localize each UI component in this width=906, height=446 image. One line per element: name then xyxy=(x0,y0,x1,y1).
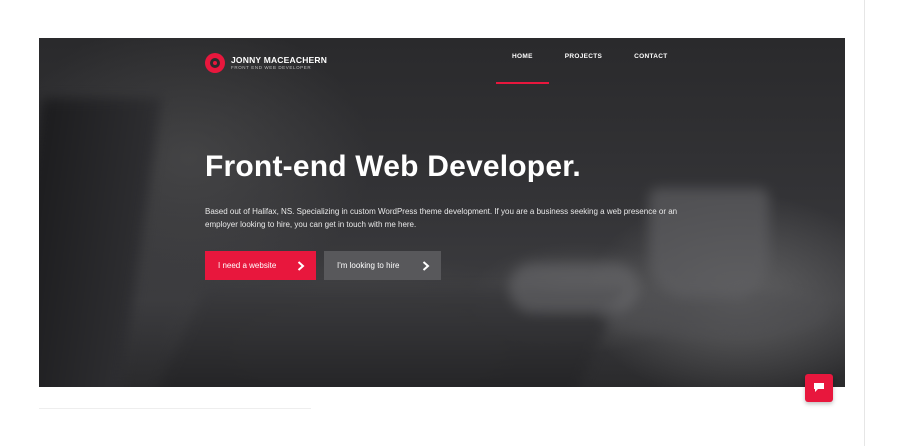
nav-item-projects[interactable]: PROJECTS xyxy=(549,53,618,85)
hero-headline: Front-end Web Developer. xyxy=(205,150,581,183)
looking-to-hire-button[interactable]: I'm looking to hire xyxy=(324,251,441,280)
need-website-button-label: I need a website xyxy=(218,261,277,270)
need-website-button[interactable]: I need a website xyxy=(205,251,316,280)
chevron-right-icon xyxy=(294,259,308,273)
page-scrollbar[interactable] xyxy=(864,0,865,446)
chat-icon xyxy=(813,381,825,396)
hero-lead-text: Based out of Halifax, NS. Specializing i… xyxy=(205,207,678,229)
nav-item-contact[interactable]: CONTACT xyxy=(618,53,683,85)
hero-background-hand xyxy=(509,263,639,313)
nav-item-home[interactable]: HOME xyxy=(496,53,549,85)
brand-name: JONNY MACEACHERN xyxy=(231,54,328,65)
hero-section: JONNY MACEACHERN FRONT END WEB DEVELOPER… xyxy=(39,38,845,387)
section-divider xyxy=(39,408,311,409)
brand-logo-link[interactable]: JONNY MACEACHERN FRONT END WEB DEVELOPER xyxy=(205,53,327,73)
main-nav: HOME PROJECTS CONTACT xyxy=(496,53,684,85)
brand-tagline: FRONT END WEB DEVELOPER xyxy=(231,65,312,70)
looking-to-hire-button-label: I'm looking to hire xyxy=(337,261,400,270)
brand-text: JONNY MACEACHERN FRONT END WEB DEVELOPER xyxy=(231,54,328,71)
logo-icon xyxy=(205,53,225,73)
chevron-right-icon xyxy=(419,259,433,273)
hero-background-laptop xyxy=(39,98,162,387)
chat-widget-button[interactable] xyxy=(805,374,833,402)
